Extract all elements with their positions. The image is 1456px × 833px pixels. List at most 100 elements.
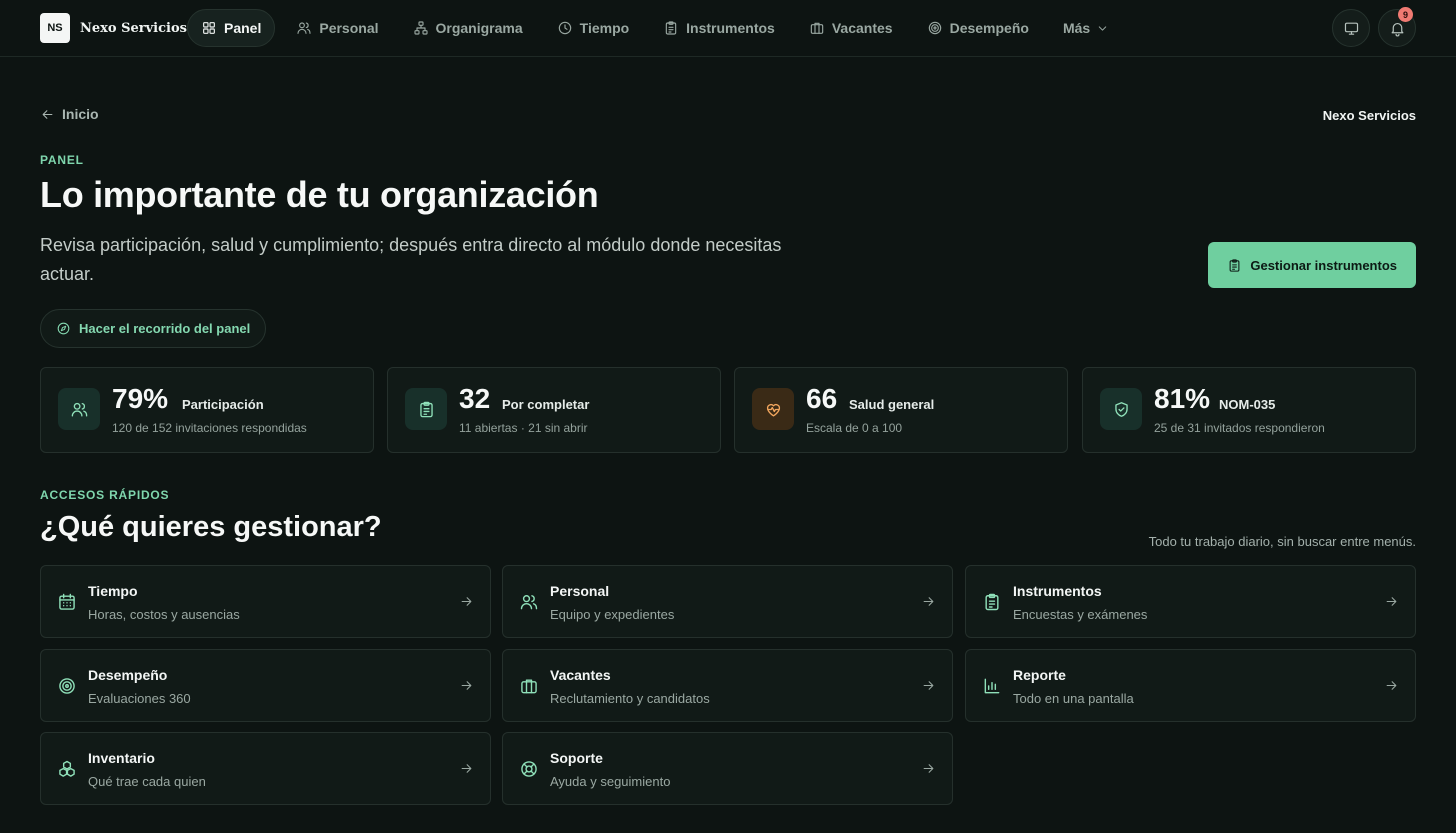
- clipboard-icon: [419, 401, 433, 417]
- nav-item-personal[interactable]: Personal: [283, 9, 391, 47]
- stat-card-pending: 32 Por completar 11 abiertas · 21 sin ab…: [387, 367, 721, 453]
- nav-item-desempeno[interactable]: Desempeño: [914, 9, 1042, 47]
- quick-card-title: Reporte: [1013, 667, 1066, 683]
- arrow-right-icon: [923, 597, 934, 606]
- quick-card-subtitle: Horas, costos y ausencias: [88, 607, 240, 622]
- quick-card-subtitle: Todo en una pantalla: [1013, 691, 1134, 706]
- stat-icon-tile: [405, 388, 447, 430]
- arrow-right-icon: [461, 764, 472, 773]
- quick-card-personal[interactable]: Personal Equipo y expedientes: [502, 565, 953, 638]
- page-title: Lo importante de tu organización: [40, 174, 599, 215]
- display-mode-button[interactable]: [1332, 9, 1370, 47]
- notification-count-badge: 9: [1398, 7, 1413, 22]
- arrow-left-icon: [42, 109, 53, 119]
- manage-instruments-button[interactable]: Gestionar instrumentos: [1208, 242, 1416, 288]
- quick-card-instrumentos[interactable]: Instrumentos Encuestas y exámenes: [965, 565, 1416, 638]
- page-description: Revisa participación, salud y cumplimien…: [40, 235, 782, 284]
- quick-card-subtitle: Encuestas y exámenes: [1013, 607, 1148, 622]
- users-icon: [297, 22, 311, 34]
- quick-card-title: Tiempo: [88, 583, 138, 599]
- nav-item-vacantes[interactable]: Vacantes: [796, 9, 906, 47]
- briefcase-icon: [810, 22, 824, 34]
- quick-card-reporte[interactable]: Reporte Todo en una pantalla: [965, 649, 1416, 722]
- stat-detail: 25 de 31 invitados respondieron: [1154, 421, 1325, 435]
- lifebuoy-icon: [521, 761, 537, 777]
- chevron-down-icon: [1098, 25, 1107, 31]
- nav-item-label: Vacantes: [831, 20, 893, 36]
- organization-name: Nexo Servicios: [1322, 108, 1416, 123]
- heart-pulse-icon: [766, 403, 780, 417]
- quick-card-title: Soporte: [550, 750, 603, 766]
- arrow-right-icon: [461, 681, 472, 690]
- main-nav: Panel Personal Organigrama Tiempo Instru…: [187, 9, 1130, 47]
- nav-item-label: Instrumentos: [686, 20, 775, 36]
- clipboard-icon: [1229, 258, 1240, 272]
- back-link-label: Inicio: [62, 106, 99, 122]
- target-icon: [928, 21, 941, 35]
- stat-detail: Escala de 0 a 100: [806, 421, 903, 435]
- manage-instruments-label: Gestionar instrumentos: [1250, 257, 1397, 273]
- nav-item-label: Panel: [224, 20, 262, 36]
- quick-card-title: Instrumentos: [1013, 583, 1102, 599]
- quick-card-subtitle: Evaluaciones 360: [88, 691, 191, 706]
- stat-value: 79%: [112, 383, 169, 414]
- quick-card-title: Vacantes: [550, 667, 611, 683]
- arrow-right-icon: [923, 764, 934, 773]
- clipboard-icon: [985, 593, 999, 611]
- quick-card-desempeno[interactable]: Desempeño Evaluaciones 360: [40, 649, 491, 722]
- stat-icon-tile: [1100, 388, 1142, 430]
- stat-card-nom035: 81% NOM-035 25 de 31 invitados respondie…: [1082, 367, 1416, 453]
- clipboard-icon: [665, 21, 677, 35]
- brand-logo: NS: [40, 13, 70, 43]
- arrow-right-icon: [1386, 597, 1397, 606]
- boxes-icon: [59, 760, 75, 777]
- stat-label: Por completar: [502, 397, 590, 412]
- nav-item-panel[interactable]: Panel: [187, 9, 276, 47]
- nav-item-label: Desempeño: [949, 20, 1029, 36]
- nav-item-label: Organigrama: [435, 20, 523, 36]
- nav-item-instrumentos[interactable]: Instrumentos: [650, 9, 788, 47]
- quick-access-title: ¿Qué quieres gestionar?: [40, 511, 382, 543]
- stat-detail: 11 abiertas · 21 sin abrir: [459, 421, 588, 435]
- panel-tour-button[interactable]: Hacer el recorrido del panel: [40, 309, 267, 348]
- notifications-button[interactable]: 9: [1378, 7, 1416, 47]
- nav-item-tiempo[interactable]: Tiempo: [544, 9, 643, 47]
- quick-card-subtitle: Reclutamiento y candidatos: [550, 691, 710, 706]
- stat-value: 32: [459, 383, 491, 414]
- briefcase-icon: [521, 679, 537, 694]
- nav-item-mas[interactable]: Más: [1050, 9, 1122, 47]
- quick-card-title: Personal: [550, 583, 610, 599]
- quick-card-inventario[interactable]: Inventario Qué trae cada quien: [40, 732, 491, 805]
- brand[interactable]: NS Nexo Servicios: [40, 13, 187, 43]
- org-chart-icon: [413, 21, 428, 35]
- grid-icon: [203, 22, 215, 34]
- stat-label: Salud general: [849, 397, 935, 412]
- arrow-right-icon: [923, 681, 934, 690]
- quick-access-caption: Todo tu trabajo diario, sin buscar entre…: [1148, 534, 1416, 549]
- nav-item-organigrama[interactable]: Organigrama: [400, 9, 536, 47]
- stat-icon-tile: [752, 388, 794, 430]
- quick-card-subtitle: Ayuda y seguimiento: [550, 774, 671, 789]
- stat-label: Participación: [182, 397, 264, 412]
- bell-icon: [1391, 22, 1403, 36]
- stat-label: NOM-035: [1219, 397, 1276, 412]
- stat-detail: 120 de 152 invitaciones respondidas: [112, 421, 307, 435]
- quick-card-subtitle: Equipo y expedientes: [550, 607, 675, 622]
- quick-card-tiempo[interactable]: Tiempo Horas, costos y ausencias: [40, 565, 491, 638]
- back-link[interactable]: Inicio: [40, 106, 99, 122]
- quick-card-soporte[interactable]: Soporte Ayuda y seguimiento: [502, 732, 953, 805]
- nav-item-label: Tiempo: [579, 20, 630, 36]
- stat-card-participation: 79% Participación 120 de 152 invitacione…: [40, 367, 374, 453]
- users-icon: [71, 402, 87, 417]
- target-icon: [59, 678, 75, 694]
- nav-item-label: Personal: [319, 20, 379, 36]
- quick-access-eyebrow: ACCESOS RÁPIDOS: [40, 488, 170, 502]
- stat-value: 81%: [1154, 383, 1211, 414]
- panel-tour-label: Hacer el recorrido del panel: [79, 321, 251, 336]
- quick-card-title: Desempeño: [88, 667, 168, 683]
- quick-card-title: Inventario: [88, 750, 155, 766]
- stat-card-general-health: 66 Salud general Escala de 0 a 100: [734, 367, 1068, 453]
- quick-card-vacantes[interactable]: Vacantes Reclutamiento y candidatos: [502, 649, 953, 722]
- compass-icon: [57, 322, 70, 335]
- shield-check-icon: [1114, 401, 1128, 417]
